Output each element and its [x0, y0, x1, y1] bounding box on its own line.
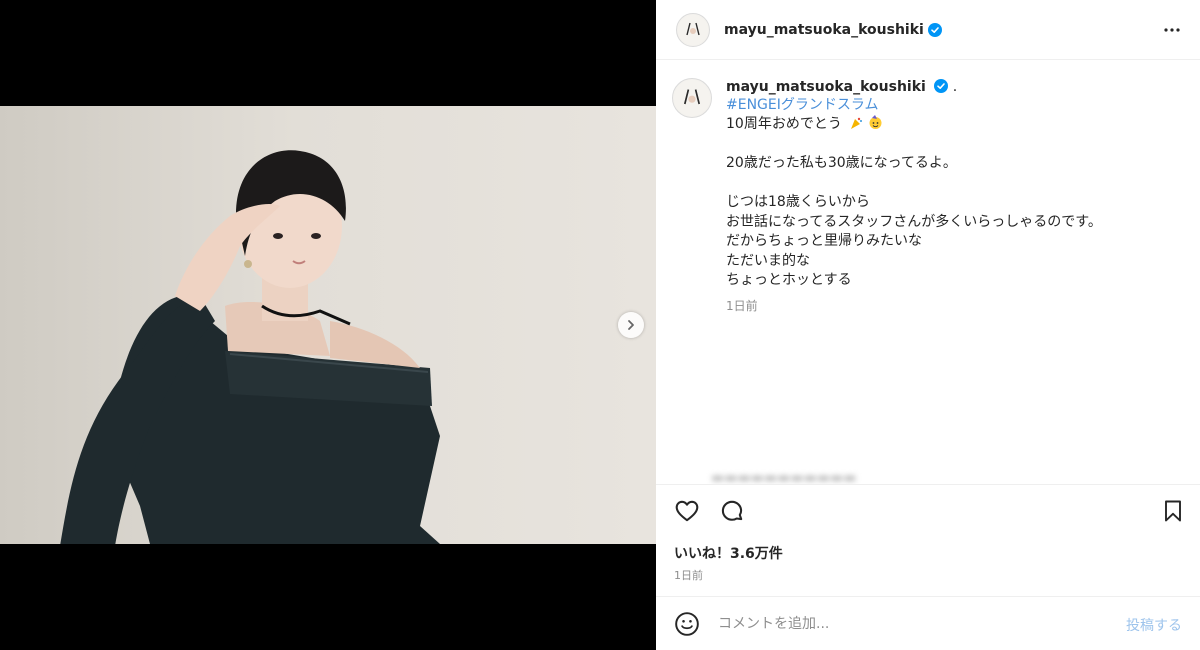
avatar-image [674, 80, 710, 116]
caption-line: だからちょっと里帰りみたいな [726, 233, 922, 249]
caption-text: mayu_matsuoka_koushiki . #ENGEIグランドスラム 1… [726, 78, 1186, 314]
caption-line: 10周年おめでとう [726, 115, 1186, 135]
comment-input[interactable] [718, 613, 1098, 635]
more-options-icon[interactable] [1162, 20, 1182, 40]
caption-username[interactable]: mayu_matsuoka_koushiki [726, 79, 926, 95]
party-face-emoji-icon [869, 115, 882, 129]
hashtag-link[interactable]: #ENGEIグランドスラム [726, 96, 1186, 115]
caption-avatar[interactable] [672, 78, 712, 118]
action-bar [656, 496, 1200, 530]
post-comment-button[interactable]: 投稿する [1126, 615, 1182, 635]
like-count[interactable]: いいね！3.6万件 [674, 543, 783, 563]
bookmark-icon[interactable] [1161, 498, 1185, 524]
post-side-panel: mayu_matsuoka_koushiki mayu_matsuoka_kou… [656, 0, 1200, 650]
media-panel [0, 0, 656, 650]
avatar[interactable] [676, 12, 710, 47]
caption-line: ちょっとホッとする [726, 272, 852, 288]
caption-suffix: . [952, 79, 958, 95]
caption: mayu_matsuoka_koushiki . #ENGEIグランドスラム 1… [672, 78, 1186, 314]
emoji-icon[interactable] [674, 611, 700, 637]
photo-illustration [0, 106, 656, 544]
confetti-emoji-icon [851, 117, 863, 129]
verified-badge-icon [934, 79, 949, 93]
caption-line: ただいま的な [726, 252, 810, 269]
chevron-right-icon [628, 320, 634, 330]
instagram-post-view: mayu_matsuoka_koushiki mayu_matsuoka_kou… [0, 0, 1200, 650]
caption-line: 20歳だった私も30歳になってるよ。 [726, 155, 957, 171]
caption-area: mayu_matsuoka_koushiki . #ENGEIグランドスラム 1… [656, 60, 1200, 484]
divider [656, 484, 1200, 485]
post-timestamp[interactable]: 1日前 [674, 567, 703, 583]
heart-icon[interactable] [674, 498, 700, 524]
comment-icon[interactable] [719, 498, 745, 524]
blurred-comment-preview: ▬▬▬▬▬▬▬▬▬▬▬ [711, 470, 857, 484]
carousel-next-button[interactable] [618, 312, 644, 338]
post-header: mayu_matsuoka_koushiki [656, 0, 1200, 60]
caption-time: 1日前 [726, 298, 758, 313]
comment-bar: 投稿する [656, 597, 1200, 650]
header-username[interactable]: mayu_matsuoka_koushiki [724, 22, 924, 38]
caption-line: じつは18歳くらいから [726, 194, 870, 210]
post-photo[interactable] [0, 106, 656, 544]
caption-line: お世話になってるスタッフさんが多くいらっしゃるのです。 [726, 213, 1102, 230]
verified-badge-icon [927, 22, 942, 37]
avatar-image [678, 14, 708, 45]
